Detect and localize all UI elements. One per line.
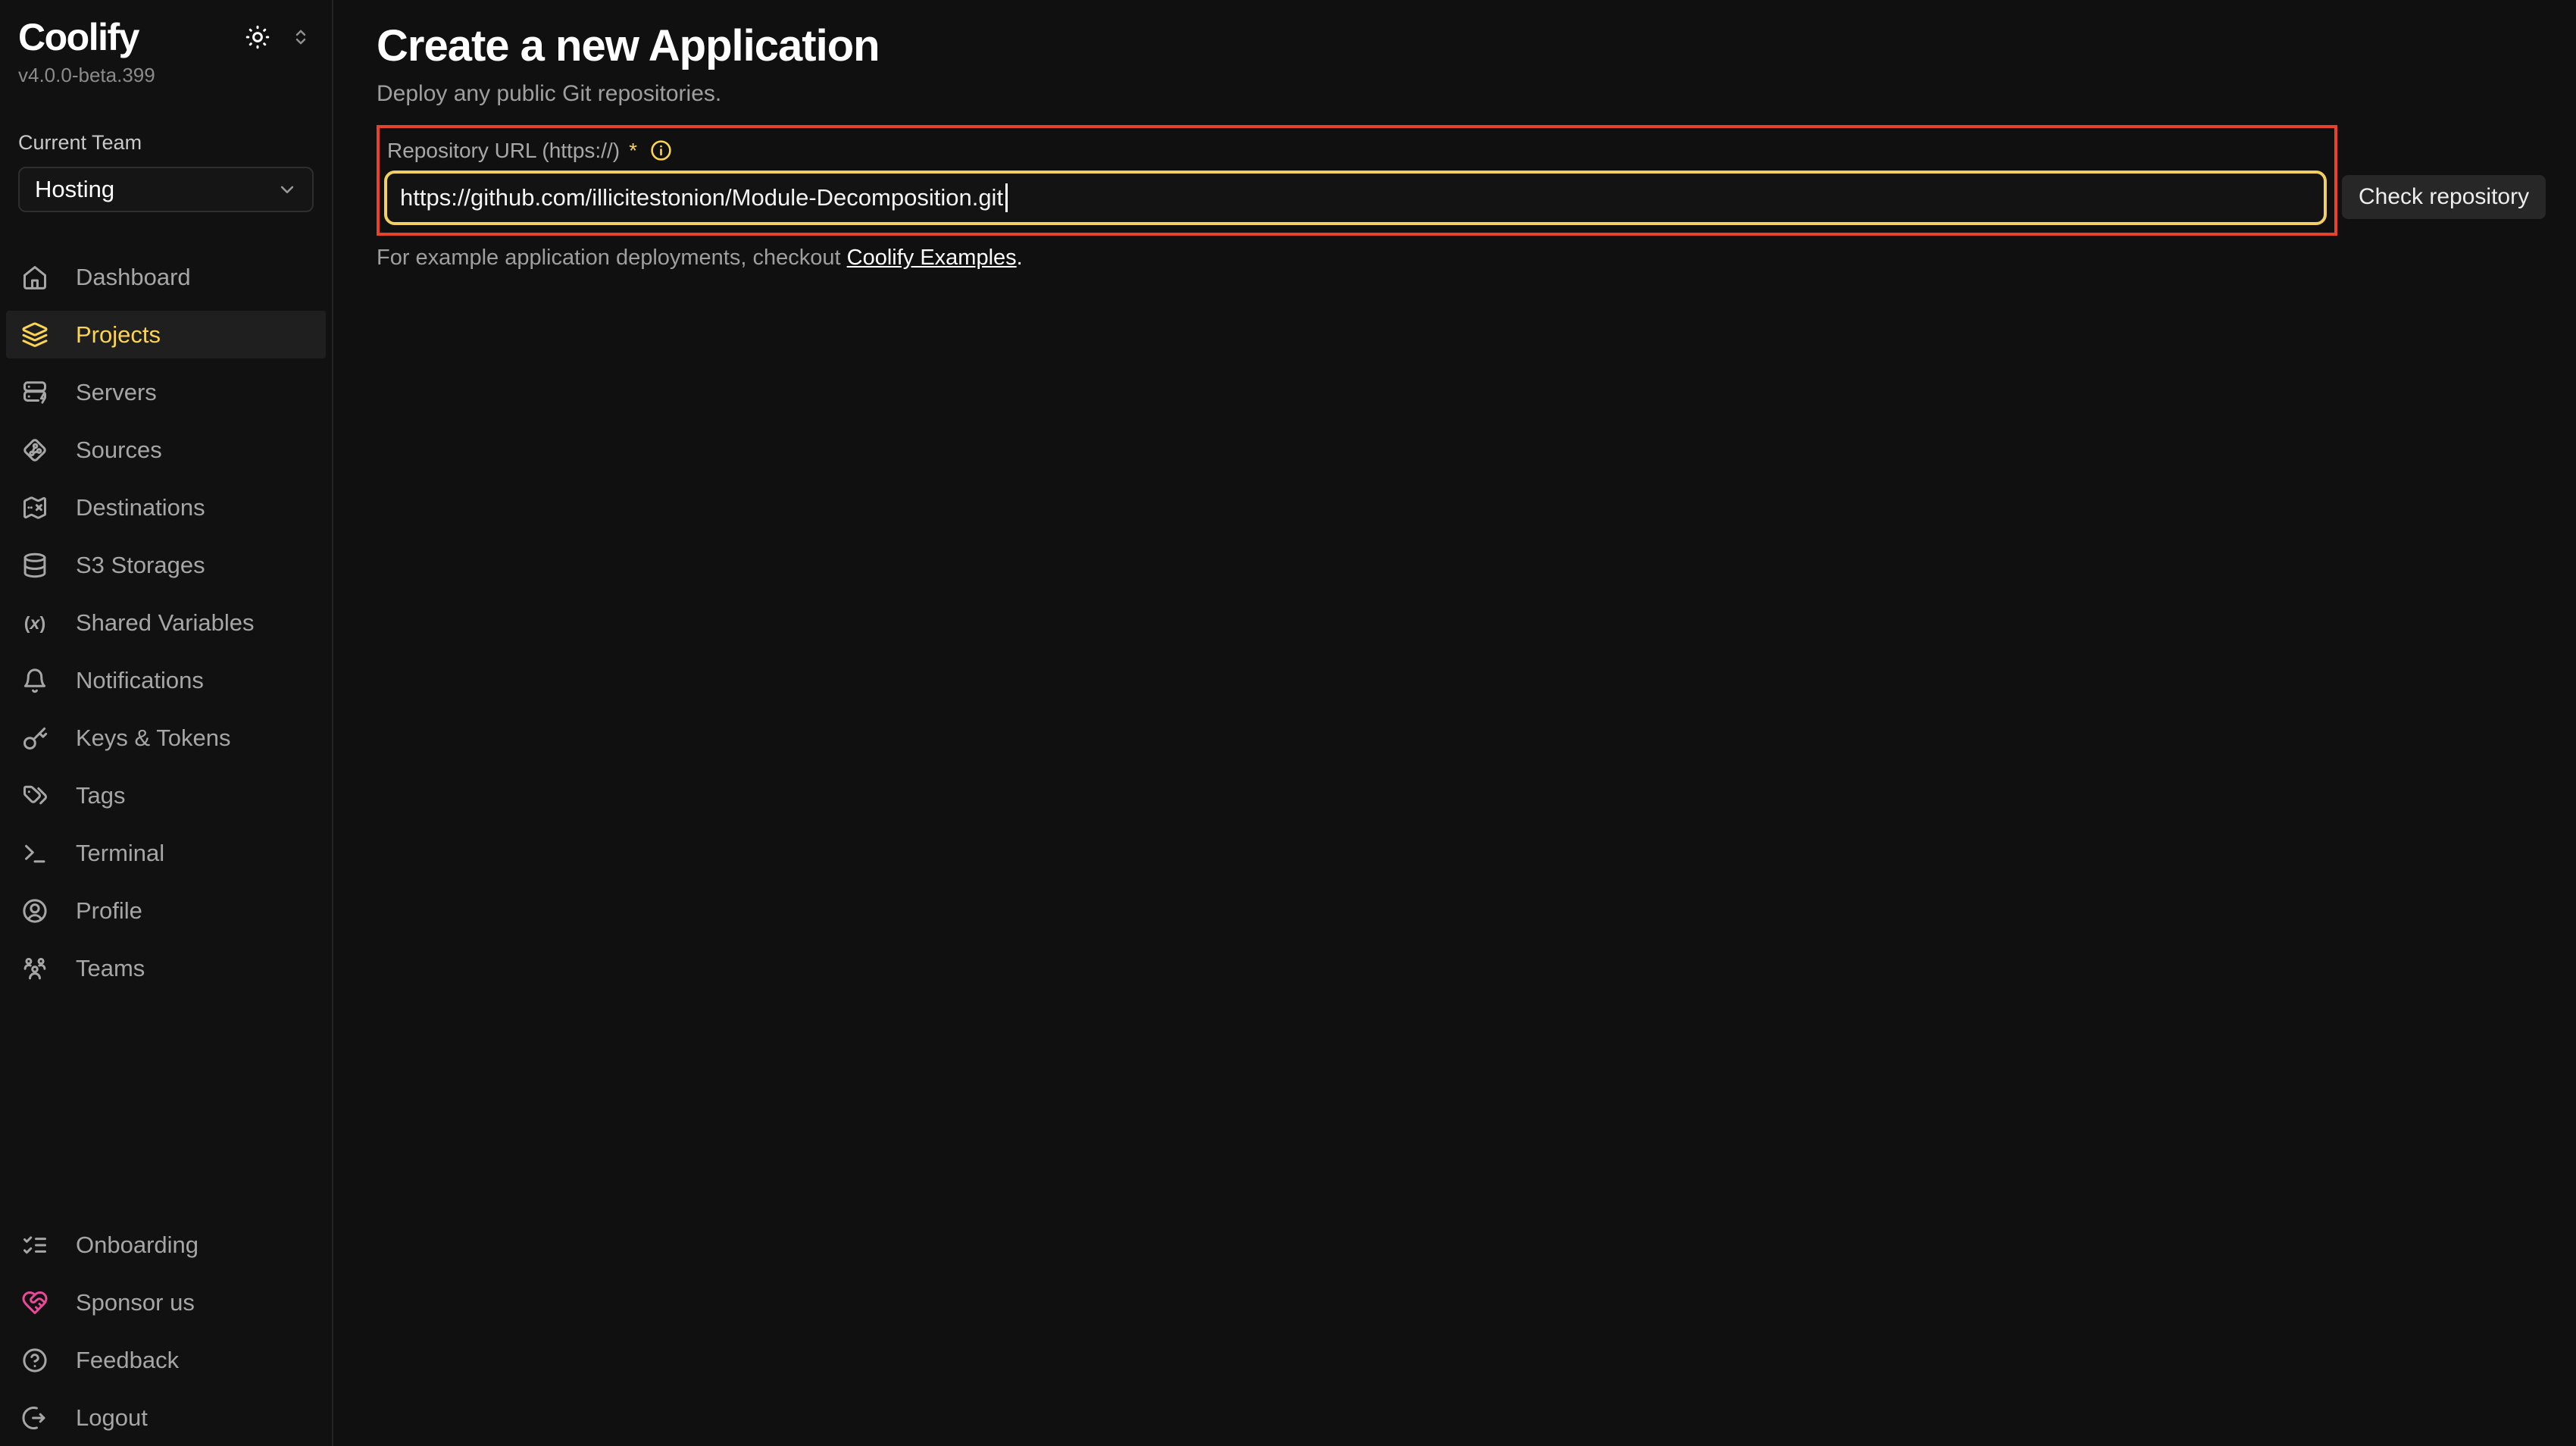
sidebar-item-sponsor-us[interactable]: Sponsor us [6, 1279, 326, 1326]
sidebar-item-destinations[interactable]: Destinations [6, 484, 326, 531]
team-select[interactable]: Hosting [18, 167, 314, 212]
coolify-examples-link[interactable]: Coolify Examples [847, 246, 1017, 270]
sidebar-item-dashboard[interactable]: Dashboard [6, 253, 326, 301]
app-version: v4.0.0-beta.399 [0, 56, 332, 87]
bell-icon [21, 667, 48, 694]
text-caret [1005, 183, 1008, 212]
sidebar-item-label: Logout [76, 1404, 148, 1432]
sidebar-item-notifications[interactable]: Notifications [6, 656, 326, 704]
sidebar-item-label: Sponsor us [76, 1289, 195, 1316]
annotation-highlight-box: Repository URL (https://) * https://gith… [377, 125, 2337, 236]
sidebar-item-label: Servers [76, 379, 157, 406]
sidebar-item-onboarding[interactable]: Onboarding [6, 1221, 326, 1269]
main-content: Create a new Application Deploy any publ… [335, 0, 2576, 1446]
database-icon [21, 552, 48, 579]
sidebar-item-label: Keys & Tokens [76, 725, 230, 752]
app-logo: Coolify [18, 18, 139, 56]
sidebar-nav: Dashboard Projects Servers Sources Destinati… [0, 253, 332, 992]
git-diamond-icon [21, 437, 48, 464]
sidebar-item-label: Dashboard [76, 264, 191, 291]
sidebar-item-servers[interactable]: Servers [6, 368, 326, 416]
list-checks-icon [21, 1232, 48, 1259]
sidebar-item-label: Tags [76, 782, 125, 809]
chevron-down-icon [276, 178, 299, 201]
users-group-icon [21, 955, 48, 982]
key-icon [21, 725, 48, 752]
heart-handshake-icon [21, 1289, 48, 1316]
chevrons-up-down-icon[interactable] [289, 26, 312, 49]
sidebar-item-label: Teams [76, 955, 145, 982]
sidebar: Coolify v4.0.0-beta.399 Current Team Hos… [0, 0, 333, 1446]
terminal-icon [21, 840, 48, 867]
variables-icon: (x) [21, 609, 48, 637]
logout-icon [21, 1404, 48, 1432]
sidebar-item-label: Destinations [76, 494, 205, 521]
sidebar-item-teams[interactable]: Teams [6, 944, 326, 992]
sidebar-item-label: Profile [76, 897, 142, 925]
info-icon[interactable] [649, 139, 673, 162]
required-marker: * [629, 139, 637, 163]
theme-toggle-sun-icon[interactable] [244, 23, 271, 51]
map-x-icon [21, 494, 48, 521]
sidebar-item-label: Terminal [76, 840, 164, 867]
sidebar-item-projects[interactable]: Projects [6, 311, 326, 358]
page-title: Create a new Application [377, 21, 2576, 72]
helper-text: For example application deployments, che… [377, 246, 2576, 271]
repository-url-label: Repository URL (https://) [387, 139, 620, 163]
sidebar-item-s3-storages[interactable]: S3 Storages [6, 541, 326, 589]
sidebar-item-label: Sources [76, 437, 162, 464]
repository-url-input[interactable]: https://github.com/illicitestonion/Modul… [384, 171, 2327, 225]
layers-icon [21, 321, 48, 349]
sidebar-item-logout[interactable]: Logout [6, 1394, 326, 1441]
sidebar-item-sources[interactable]: Sources [6, 426, 326, 474]
tags-icon [21, 782, 48, 809]
sidebar-item-label: Shared Variables [76, 609, 255, 637]
sidebar-item-shared-variables[interactable]: (x) Shared Variables [6, 599, 326, 646]
sidebar-item-keys-tokens[interactable]: Keys & Tokens [6, 714, 326, 762]
sidebar-nav-bottom: Onboarding Sponsor us Feedback Logout [0, 1221, 332, 1441]
sidebar-item-label: Feedback [76, 1347, 179, 1374]
logo-row: Coolify [0, 0, 332, 56]
help-circle-icon [21, 1347, 48, 1374]
sidebar-item-label: Projects [76, 321, 161, 349]
sidebar-item-profile[interactable]: Profile [6, 887, 326, 934]
server-bolt-icon [21, 379, 48, 406]
page-subtitle: Deploy any public Git repositories. [377, 81, 2576, 107]
sidebar-item-tags[interactable]: Tags [6, 772, 326, 819]
sidebar-item-label: Onboarding [76, 1232, 199, 1259]
team-select-value: Hosting [35, 176, 114, 203]
sidebar-item-terminal[interactable]: Terminal [6, 829, 326, 877]
sidebar-item-label: S3 Storages [76, 552, 205, 579]
user-circle-icon [21, 897, 48, 925]
check-repository-button[interactable]: Check repository [2342, 175, 2546, 219]
sidebar-item-label: Notifications [76, 667, 204, 694]
svg-text:(x): (x) [24, 612, 45, 632]
home-icon [21, 264, 48, 291]
repository-form: Repository URL (https://) * https://gith… [377, 125, 2576, 271]
sidebar-item-feedback[interactable]: Feedback [6, 1336, 326, 1384]
current-team-label: Current Team [0, 87, 332, 155]
